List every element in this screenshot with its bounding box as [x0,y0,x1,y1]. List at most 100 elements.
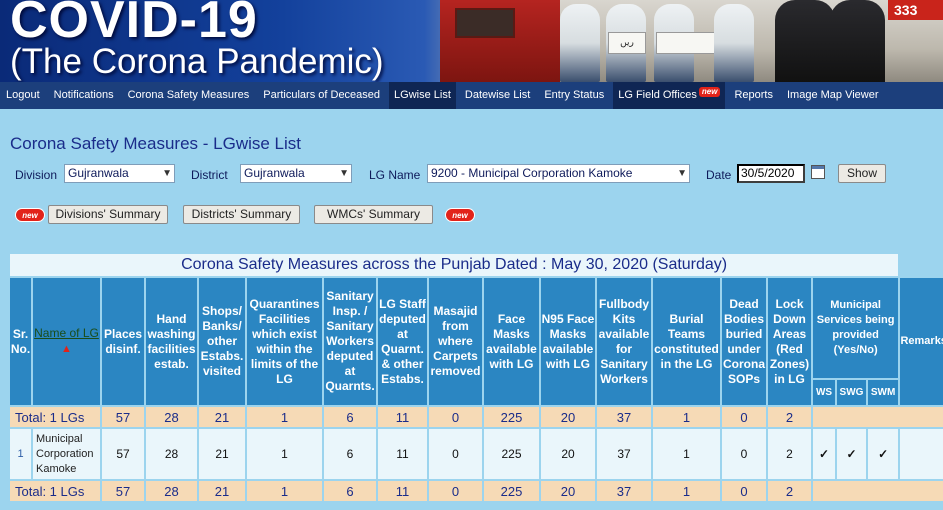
total-cell: 0 [429,407,482,427]
nav-reports[interactable]: Reports [734,82,773,109]
row-cell: 225 [484,429,539,479]
total-spacer [813,481,943,501]
district-select-value: Gujranwala [244,166,305,180]
nav-lgwise-list[interactable]: LGwise List [389,82,456,109]
row-cell: 20 [541,429,595,479]
districts-summary-button[interactable]: Districts' Summary [183,205,300,224]
total-cell: 20 [541,407,595,427]
header-n95-masks: N95 Face Masks available with LG [541,278,595,405]
header-places-disinfected: Places disinf. [102,278,144,405]
row-cell: 57 [102,429,144,479]
header-face-masks: Face Masks available with LG [484,278,539,405]
header-dead-bodies: Dead Bodies buried under Corona SOPs [722,278,766,405]
table-caption-spacer [900,254,943,276]
header-swg: SWG [837,380,866,405]
total-cell: 21 [199,481,245,501]
new-badge: new [698,87,721,97]
header-hand-washing: Hand washing facilities estab. [146,278,197,405]
row-cell: 1 [653,429,720,479]
total-cell: 20 [541,481,595,501]
nav-notifications[interactable]: Notifications [54,82,114,109]
banner-person-image [714,4,754,82]
total-cell: 21 [199,407,245,427]
swg-check-icon: ✓ [837,429,866,479]
header-banner: ریں 333 COVID-19 (The Corona Pandemic) [0,0,943,82]
banner-truck-window [455,8,515,38]
total-cell: 1 [653,407,720,427]
sort-ascending-icon[interactable]: ▲ [61,343,72,355]
new-badge: new [445,208,475,222]
header-lg-staff: LG Staff deputed at Quarnt. & other Esta… [378,278,427,405]
header-burial-teams: Burial Teams constituted in the LG [653,278,720,405]
nav-lg-field-offices-label: LG Field Offices [618,89,697,101]
sort-by-name-link[interactable]: Name of LG [34,326,99,340]
row-cell: 2 [768,429,811,479]
total-cell: 28 [146,481,197,501]
banner-sign [656,32,722,54]
total-cell: 2 [768,481,811,501]
row-cell: 28 [146,429,197,479]
nav-corona-safety-measures[interactable]: Corona Safety Measures [128,82,250,109]
table-row: 1 Municipal Corporation Kamoke 57 28 21 … [10,429,943,479]
row-sr-no: 1 [10,429,31,479]
division-select-value: Gujranwala [68,166,129,180]
district-select[interactable]: Gujranwala ▼ [240,164,352,183]
header-sanitary-workers: Sanitary Insp. / Sanitary Workers depute… [324,278,376,405]
division-select[interactable]: Gujranwala ▼ [64,164,175,183]
total-row: Total: 1 LGs 57 28 21 1 6 11 0 225 20 37… [10,407,943,427]
site-subtitle: (The Corona Pandemic) [10,42,384,81]
total-spacer [813,407,943,427]
nav-lg-field-offices[interactable]: LG Field Offices new [613,82,726,109]
total-label: Total: 1 LGs [10,407,100,427]
calendar-icon[interactable] [811,165,825,179]
chevron-down-icon: ▼ [162,168,172,179]
header-name-of-lg: Name of LG ▲ [33,278,100,405]
total-cell: 1 [247,481,322,501]
header-ws: WS [813,380,835,405]
total-cell: 0 [722,407,766,427]
banner-person-image [560,4,600,82]
total-cell: 1 [247,407,322,427]
total-cell: 2 [768,407,811,427]
row-cell: 1 [247,429,322,479]
chevron-down-icon: ▼ [677,168,687,179]
date-input[interactable]: 30/5/2020 [737,164,805,183]
total-cell: 37 [597,407,651,427]
nav-entry-status[interactable]: Entry Status [544,82,604,109]
total-cell: 225 [484,481,539,501]
total-cell: 57 [102,407,144,427]
show-button[interactable]: Show [838,164,886,183]
total-cell: 225 [484,407,539,427]
header-swm: SWM [868,380,899,405]
total-cell: 6 [324,481,376,501]
nav-image-map-viewer[interactable]: Image Map Viewer [787,82,879,109]
division-label: Division [15,168,58,182]
banner-person-image [830,0,885,82]
header-municipal-services: Municipal Services being provided (Yes/N… [813,278,899,378]
divisions-summary-button[interactable]: Divisions' Summary [48,205,168,224]
safety-measures-table: Corona Safety Measures across the Punjab… [8,252,943,503]
lg-name-label: LG Name [369,168,421,182]
header-remarks: Remarks [900,278,943,405]
total-cell: 6 [324,407,376,427]
header-shops-visited: Shops/ Banks/ other Estabs. visited [199,278,245,405]
nav-particulars-of-deceased[interactable]: Particulars of Deceased [263,82,380,109]
ws-check-icon: ✓ [813,429,835,479]
lg-name-select-value: 9200 - Municipal Corporation Kamoke [431,166,633,180]
wmcs-summary-button[interactable]: WMCs' Summary [314,205,433,224]
district-label: District [191,168,228,182]
lg-name-select[interactable]: 9200 - Municipal Corporation Kamoke ▼ [427,164,690,183]
total-cell: 11 [378,481,427,501]
header-lockdown-areas: Lock Down Areas (Red Zones) in LG [768,278,811,405]
nav-datewise-list[interactable]: Datewise List [465,82,530,109]
row-cell: 21 [199,429,245,479]
header-quarantines: Quarantines Facilities which exist withi… [247,278,322,405]
summary-links: new Divisions' Summary Districts' Summar… [0,205,943,225]
total-cell: 0 [722,481,766,501]
total-cell: 0 [429,481,482,501]
table-caption: Corona Safety Measures across the Punjab… [10,254,899,276]
banner-sign: ریں [608,32,646,54]
header-masajid: Masajid from where Carpets removed [429,278,482,405]
total-label: Total: 1 LGs [10,481,100,501]
nav-logout[interactable]: Logout [6,82,40,109]
